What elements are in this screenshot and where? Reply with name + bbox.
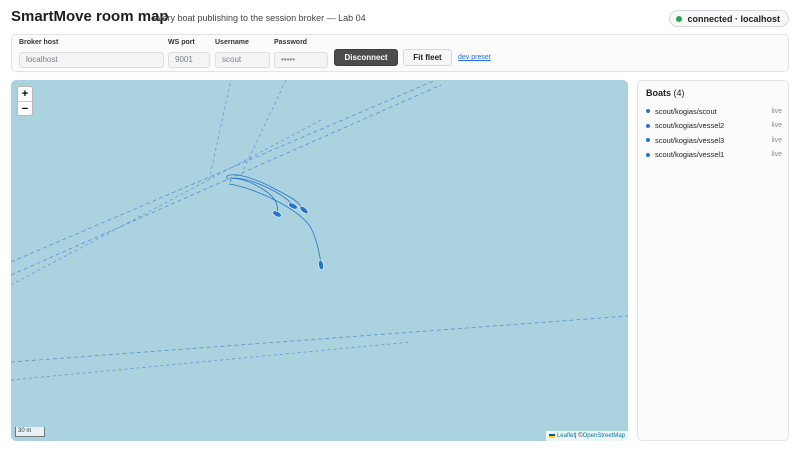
fit-fleet-button[interactable]: Fit fleet (403, 49, 452, 66)
boat-track (232, 177, 294, 206)
boat-track (228, 183, 322, 264)
boat-list: scout/kogias/scout live scout/kogias/ves… (646, 104, 782, 162)
app-title: SmartMove room map (11, 8, 169, 25)
ws-port-input[interactable] (168, 51, 210, 68)
username-field: Username (215, 39, 270, 68)
boat-status: live (771, 122, 782, 130)
password-label: Password (274, 39, 308, 46)
boat-list-item[interactable]: scout/kogias/vessel1 live (646, 148, 782, 163)
shipping-lane-line (11, 315, 628, 363)
map-scale: 30 m (15, 427, 45, 437)
shipping-lane-line (11, 341, 412, 381)
connection-status-badge: connected · localhost (669, 10, 789, 27)
password-input[interactable] (274, 51, 328, 68)
broker-host-input[interactable] (19, 51, 164, 68)
map-canvas[interactable]: + − 30 m Leaflet | © OpenStreetMap (11, 80, 628, 441)
shipping-lane-line (11, 80, 437, 263)
boat-dot-icon (646, 123, 650, 128)
header: SmartMove room map every boat publishing… (0, 0, 800, 34)
broker-host-label: Broker host (19, 39, 59, 46)
status-dot-icon (676, 15, 683, 22)
boat-marker[interactable] (287, 201, 298, 210)
leaflet-link[interactable]: Leaflet (557, 431, 575, 441)
zoom-control: + − (17, 86, 33, 116)
shipping-lane-line (11, 84, 442, 276)
zoom-out-button[interactable]: − (18, 101, 32, 115)
boat-list-item[interactable]: scout/kogias/vessel2 live (646, 119, 782, 134)
boat-list-item[interactable]: scout/kogias/vessel3 live (646, 133, 782, 148)
username-input[interactable] (215, 51, 270, 68)
shipping-lane-line (11, 119, 322, 286)
boats-panel: Boats (4) scout/kogias/scout live scout/… (637, 80, 789, 441)
attribution-separator: | © (574, 433, 583, 439)
boat-status: live (771, 107, 782, 115)
boat-marker[interactable] (299, 205, 310, 215)
openstreetmap-link[interactable]: OpenStreetMap (583, 431, 625, 441)
map-attribution: Leaflet | © OpenStreetMap (545, 431, 628, 441)
boat-dot-icon (646, 109, 650, 114)
boat-dot-icon (646, 152, 650, 157)
boat-marker[interactable] (318, 259, 325, 271)
app-subtitle: every boat publishing to the session bro… (153, 13, 366, 23)
boat-name: scout/kogias/vessel1 (655, 150, 725, 160)
disconnect-button[interactable]: Disconnect (334, 49, 398, 66)
zoom-in-button[interactable]: + (18, 87, 32, 101)
boats-heading: Boats (4) (646, 88, 685, 98)
boat-status: live (771, 136, 782, 144)
password-field: Password (274, 39, 328, 68)
connection-status-text: connected · localhost (687, 13, 780, 24)
username-label: Username (215, 39, 249, 46)
ukraine-flag-icon (548, 434, 555, 438)
boat-status: live (771, 151, 782, 159)
boat-track (230, 177, 278, 214)
dev-preset-link[interactable]: dev preset (458, 54, 491, 61)
shipping-lane-line (240, 80, 287, 176)
boat-list-item[interactable]: scout/kogias/scout live (646, 104, 782, 119)
broker-host-field: Broker host (19, 39, 164, 68)
boats-count: (4) (673, 88, 685, 98)
ws-port-field: WS port (168, 39, 210, 68)
boat-name: scout/kogias/scout (655, 106, 717, 116)
boat-name: scout/kogias/vessel2 (655, 121, 725, 131)
ws-port-label: WS port (168, 39, 195, 46)
boat-name: scout/kogias/vessel3 (655, 135, 725, 145)
map-layer (11, 80, 628, 381)
shipping-lane-line (208, 80, 232, 181)
connection-bar: Broker host WS port Username Password Di… (11, 34, 789, 72)
boats-title: Boats (646, 88, 672, 98)
boat-dot-icon (646, 138, 650, 143)
